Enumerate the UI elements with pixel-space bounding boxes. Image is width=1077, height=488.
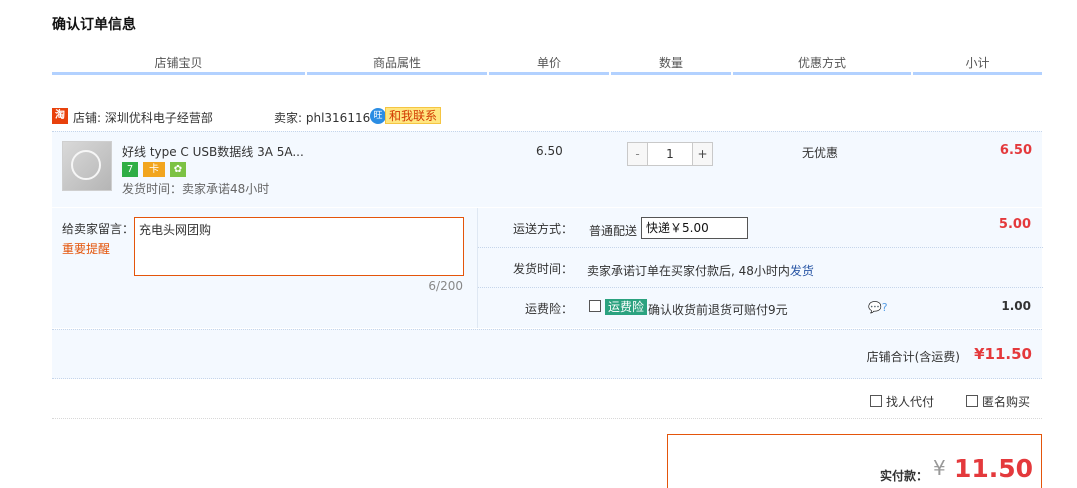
quantity-stepper[interactable]: - 1 + <box>627 142 713 166</box>
ship-time-info: 卖家承诺订单在买家付款后, 48小时内发货 <box>587 262 814 279</box>
header-discount: 优惠方式 <box>733 54 911 75</box>
seller-message-panel: 给卖家留言： 重要提醒 充电头网团购 6/200 <box>52 208 477 328</box>
header-quantity: 数量 <box>611 54 731 75</box>
taobao-icon: 淘 <box>52 108 68 124</box>
shop-name-link[interactable]: 店铺: 深圳优科电子经营部 <box>73 109 213 126</box>
unit-price: 6.50 <box>536 144 563 158</box>
shipping-method-row: 运送方式： 普通配送 快递￥5.00 5.00 <box>478 208 1043 248</box>
shipping-amount: 5.00 <box>998 217 1031 232</box>
seller-message-textarea[interactable]: 充电头网团购 <box>134 217 464 276</box>
table-header: 店铺宝贝 商品属性 单价 数量 优惠方式 小计 <box>52 54 1042 78</box>
help-icon[interactable]: 💬? <box>868 301 888 314</box>
actual-payment-label: 实付款： <box>880 469 929 483</box>
message-char-count: 6/200 <box>428 279 463 293</box>
payment-options-row: 找人代付 匿名购买 <box>52 383 1042 419</box>
product-thumbnail[interactable] <box>62 141 112 191</box>
order-item-row: 好线 type C USB数据线 3A 5A... 7 卡 ✿ 发货时间：卖家承… <box>52 131 1042 207</box>
currency-symbol: ¥ <box>933 456 946 480</box>
wangwang-icon[interactable]: 旺 <box>370 108 386 124</box>
ship-time-label: 发货时间： <box>512 262 573 276</box>
header-shop-item: 店铺宝贝 <box>52 54 305 75</box>
freight-insurance-tag: 运费险 <box>605 299 648 315</box>
agent-pay-label: 找人代付 <box>886 395 935 409</box>
shop-total-label: 店铺合计(含运费) <box>866 350 960 364</box>
seven-day-return-icon[interactable]: 7 <box>122 162 138 177</box>
shipping-method-select[interactable]: 快递￥5.00 <box>641 217 748 239</box>
credit-card-icon[interactable]: 卡 <box>143 162 165 177</box>
shop-total-row: 店铺合计(含运费) ¥11.50 <box>52 329 1042 379</box>
ship-time-link[interactable]: 发货 <box>790 264 814 278</box>
discount-method: 无优惠 <box>802 146 839 160</box>
item-subtotal: 6.50 <box>999 143 1032 158</box>
normal-delivery-label: 普通配送 <box>589 224 638 238</box>
consumer-protection-icon[interactable]: ✿ <box>170 162 186 177</box>
anonymous-buy-option[interactable]: 匿名购买 <box>966 393 1030 410</box>
anonymous-buy-label: 匿名购买 <box>982 395 1031 409</box>
actual-payment-amount: 11.50 <box>954 454 1034 483</box>
header-attributes: 商品属性 <box>307 54 487 75</box>
shipping-method-label: 运送方式： <box>512 222 573 236</box>
anonymous-buy-checkbox[interactable] <box>966 395 978 407</box>
shop-total-value: ¥11.50 <box>974 345 1032 363</box>
payment-summary-box: 实付款： ¥ 11.50 <box>667 434 1042 488</box>
shipping-panel: 运送方式： 普通配送 快递￥5.00 5.00 发货时间： 卖家承诺订单在买家付… <box>477 208 1043 328</box>
product-title-link[interactable]: 好线 type C USB数据线 3A 5A... <box>122 143 322 160</box>
header-subtotal: 小计 <box>913 54 1042 75</box>
freight-insurance-label: 运费险： <box>524 302 573 316</box>
ship-time-row: 发货时间： 卖家承诺订单在买家付款后, 48小时内发货 <box>478 248 1043 288</box>
agent-pay-option[interactable]: 找人代付 <box>870 393 934 410</box>
freight-insurance-checkbox[interactable] <box>589 300 601 312</box>
cable-coil-image <box>71 150 101 180</box>
freight-insurance-row: 运费险： 运费险 确认收货前退货可赔付9元 💬? 1.00 <box>478 288 1043 328</box>
quantity-increase-button[interactable]: + <box>692 143 712 165</box>
freight-insurance-amount: 1.00 <box>1001 299 1031 313</box>
page-title: 确认订单信息 <box>52 17 136 33</box>
important-reminder-link[interactable]: 重要提醒 <box>62 240 110 257</box>
contact-seller-button[interactable]: 和我联系 <box>385 107 442 124</box>
message-label: 给卖家留言： <box>62 222 135 236</box>
quantity-decrease-button[interactable]: - <box>628 143 648 165</box>
agent-pay-checkbox[interactable] <box>870 395 882 407</box>
quantity-input[interactable]: 1 <box>650 143 690 165</box>
seller-name: 卖家: phl316116 <box>274 111 371 125</box>
ship-time-text: 卖家承诺订单在买家付款后, 48小时内 <box>587 264 790 278</box>
freight-insurance-description: 确认收货前退货可赔付9元 <box>648 303 788 317</box>
item-ship-time: 发货时间：卖家承诺48小时 <box>122 182 270 196</box>
shop-info-row: 淘 店铺: 深圳优科电子经营部 卖家: phl316116 旺 和我联系 <box>52 106 1042 130</box>
header-unit-price: 单价 <box>489 54 609 75</box>
